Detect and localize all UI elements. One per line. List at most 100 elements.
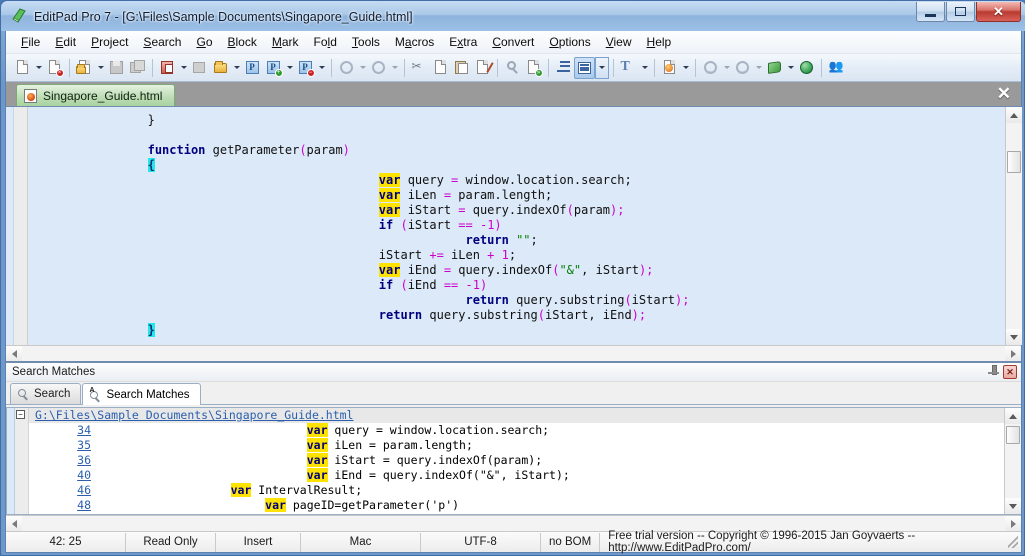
edit-clipboard-button[interactable] [472, 57, 494, 79]
status-line-break-type[interactable]: Mac [301, 532, 421, 552]
close-window-button[interactable]: ✕ [976, 2, 1021, 22]
menu-fold[interactable]: Fold [307, 32, 345, 52]
results-scroll-thumb[interactable] [1006, 426, 1020, 444]
project-remove-dropdown[interactable] [316, 57, 327, 79]
tab-search[interactable]: Search [10, 383, 82, 404]
menu-block[interactable]: Block [221, 32, 265, 52]
copy-button[interactable] [430, 57, 451, 79]
panel-close-button[interactable]: ✕ [1003, 365, 1017, 379]
back-dropdown[interactable] [721, 57, 732, 79]
status-caret-position[interactable]: 42: 25 [6, 532, 126, 552]
tab-search-matches[interactable]: A Search Matches [82, 383, 201, 405]
results-body[interactable]: G:\Files\Sample Documents\Singapore_Guid… [29, 408, 1004, 514]
redo-dropdown[interactable] [389, 57, 400, 79]
minimize-button[interactable] [916, 2, 945, 22]
word-wrap-button[interactable] [574, 56, 595, 79]
result-row[interactable]: 34 var query = window.location.search; [29, 423, 1004, 438]
project-add-button[interactable]: P + [263, 57, 284, 79]
menu-macros[interactable]: Macros [388, 32, 442, 52]
menu-edit[interactable]: Edit [48, 32, 84, 52]
menu-extra[interactable]: Extra [442, 32, 485, 52]
open-file-button[interactable] [74, 57, 95, 79]
new-file-button[interactable] [12, 57, 33, 79]
font-dropdown[interactable] [639, 57, 650, 79]
scroll-up-button[interactable] [1005, 107, 1022, 123]
menu-help[interactable]: Help [640, 32, 680, 52]
menu-options[interactable]: Options [542, 32, 598, 52]
result-line-number[interactable]: 35 [29, 438, 99, 453]
results-horizontal-scrollbar[interactable] [6, 515, 1021, 532]
results-scroll-right-button[interactable] [1005, 515, 1021, 532]
open-project-button[interactable] [210, 57, 231, 79]
result-row[interactable]: 48 var pageID=getParameter('p') [29, 498, 1004, 513]
maximize-button[interactable] [946, 2, 975, 22]
close-file-button[interactable]: × [44, 57, 65, 79]
result-row[interactable]: 40 var iEnd = query.indexOf("&", iStart)… [29, 468, 1004, 483]
book-dropdown[interactable] [785, 57, 796, 79]
editor-gutter[interactable] [14, 107, 28, 345]
new-file-dropdown[interactable] [33, 57, 44, 79]
search-results-list[interactable]: − G:\Files\Sample Documents\Singapore_Gu… [6, 407, 1021, 515]
results-vertical-scrollbar[interactable] [1004, 408, 1021, 514]
menu-project[interactable]: Project [84, 32, 136, 52]
web-button[interactable] [796, 57, 817, 79]
preview-browser-dropdown[interactable] [680, 57, 691, 79]
indent-button[interactable] [553, 57, 574, 79]
results-file-header[interactable]: G:\Files\Sample Documents\Singapore_Guid… [29, 408, 1004, 423]
menu-file[interactable]: File [14, 32, 48, 52]
editor-scroll-track[interactable] [1005, 123, 1022, 329]
editor-vertical-scrollbar[interactable] [1005, 107, 1022, 345]
menu-search[interactable]: Search [136, 32, 189, 52]
menu-go[interactable]: Go [189, 32, 220, 52]
menu-view[interactable]: View [599, 32, 640, 52]
open-file-dropdown[interactable] [95, 57, 106, 79]
paste-button[interactable] [451, 57, 472, 79]
result-row[interactable]: 35 var iLen = param.length; [29, 438, 1004, 453]
users-button[interactable]: 👥 [826, 57, 847, 79]
editor-hscroll-track[interactable] [22, 345, 1005, 362]
result-line-number[interactable]: 36 [29, 453, 99, 468]
project-p-button[interactable]: P [242, 57, 263, 79]
editor-scroll-thumb[interactable] [1006, 151, 1021, 173]
open-project-dropdown[interactable] [231, 57, 242, 79]
status-read-only-mode[interactable]: Read Only [126, 532, 216, 552]
result-line-number[interactable]: 34 [29, 423, 99, 438]
close-project-button[interactable] [157, 57, 178, 79]
result-row[interactable]: 46 var IntervalResult; [29, 483, 1004, 498]
preview-browser-button[interactable] [659, 57, 680, 79]
file-tab-singapore-guide[interactable]: Singapore_Guide.html [16, 84, 176, 106]
scroll-right-button[interactable] [1005, 345, 1021, 362]
project-remove-button[interactable]: P − [295, 57, 316, 79]
results-scroll-down-button[interactable] [1005, 498, 1021, 514]
resize-grip[interactable] [1007, 536, 1018, 548]
results-scroll-left-button[interactable] [6, 515, 22, 532]
scroll-down-button[interactable] [1005, 329, 1022, 345]
status-insert-mode[interactable]: Insert [216, 532, 301, 552]
result-line-number[interactable]: 48 [29, 498, 99, 513]
undo-dropdown[interactable] [357, 57, 368, 79]
status-byte-order-mark[interactable]: no BOM [541, 532, 601, 552]
word-wrap-dropdown[interactable] [595, 56, 609, 79]
results-fold-gutter[interactable]: − [15, 408, 29, 514]
editor-horizontal-scrollbar[interactable] [6, 345, 1021, 362]
results-scroll-track[interactable] [1005, 424, 1021, 498]
result-row[interactable]: 36 var iStart = query.indexOf(param); [29, 453, 1004, 468]
book-button[interactable] [764, 57, 785, 79]
result-line-number[interactable]: 46 [29, 483, 99, 498]
menu-convert[interactable]: Convert [485, 32, 542, 52]
results-scroll-up-button[interactable] [1005, 408, 1021, 424]
scroll-left-button[interactable] [6, 345, 22, 362]
status-encoding[interactable]: UTF-8 [421, 532, 541, 552]
cut-button[interactable]: ✂ [409, 57, 430, 79]
project-add-dropdown[interactable] [284, 57, 295, 79]
pin-icon[interactable] [987, 365, 1000, 379]
menu-tools[interactable]: Tools [345, 32, 388, 52]
close-project-dropdown[interactable] [178, 57, 189, 79]
menu-mark[interactable]: Mark [265, 32, 307, 52]
forward-dropdown[interactable] [753, 57, 764, 79]
find-next-button[interactable]: » [523, 57, 544, 79]
code-text-area[interactable]: } function getParameter(param) { var que… [28, 107, 1005, 345]
result-line-number[interactable]: 40 [29, 468, 99, 483]
collapse-toggle-icon[interactable]: − [16, 410, 25, 419]
close-tab-button[interactable]: ✕ [997, 85, 1011, 102]
